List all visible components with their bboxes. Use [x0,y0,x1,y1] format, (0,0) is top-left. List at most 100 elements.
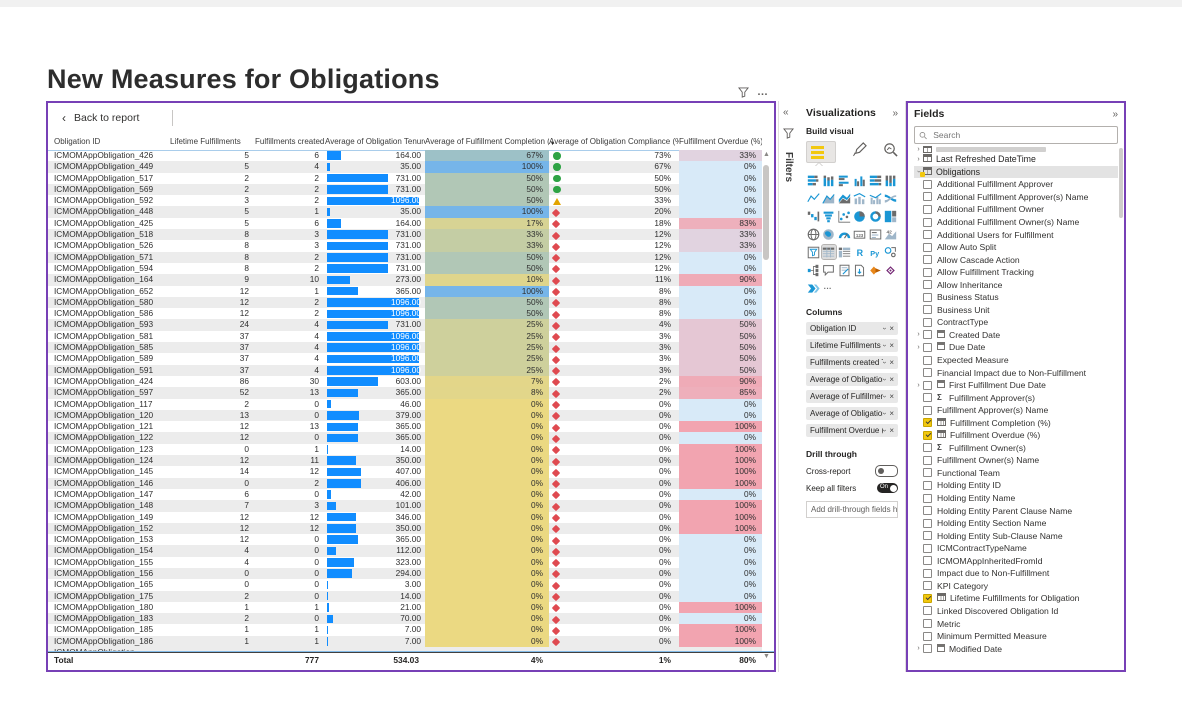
field-item[interactable]: Business Status [914,291,1118,304]
field-item[interactable]: Allow Inheritance [914,278,1118,291]
ribbon-chart-icon[interactable] [884,191,898,205]
chevron-expand-icon[interactable]: › [914,645,923,652]
remove-field-icon[interactable]: × [889,392,894,401]
field-item[interactable]: Fulfillment Overdue (%) [914,429,1118,442]
field-checkbox[interactable] [923,531,932,540]
gauge-icon[interactable] [837,227,851,241]
table-row[interactable]: ICMOMAppObligation_15440112.000%0%0% [48,545,774,556]
table-row[interactable]: ICMOMAppObligation_4248630603.007%2%90% [48,376,774,387]
field-item[interactable]: Additional Fulfillment Owner(s) Name [914,216,1118,229]
field-item[interactable]: Holding Entity Parent Clause Name [914,504,1118,517]
obligations-table-visual[interactable]: ‹ Back to report Obligation IDLifetime F… [46,101,776,672]
column-header-1[interactable]: Obligation ID [48,133,170,151]
field-item[interactable]: Allow Auto Split [914,241,1118,254]
field-checkbox[interactable] [923,243,932,252]
field-item[interactable]: ›First Fulfillment Due Date [914,379,1118,392]
q-and-a-icon[interactable] [822,263,836,277]
field-item[interactable]: Holding Entity Section Name [914,517,1118,530]
field-checkbox[interactable] [923,230,932,239]
filters-funnel-icon[interactable] [783,126,799,144]
field-checkbox[interactable] [923,544,932,553]
field-item[interactable]: Functional Team [914,467,1118,480]
field-checkbox[interactable] [923,305,932,314]
remove-field-icon[interactable]: × [889,358,894,367]
back-to-report-button[interactable]: ‹ Back to report [62,111,139,125]
remove-field-icon[interactable]: × [889,324,894,333]
field-checkbox[interactable] [923,619,932,628]
field-checkbox[interactable] [923,381,932,390]
field-item[interactable]: Allow Cascade Action [914,253,1118,266]
table-row[interactable]: ICMOMAppObligation_1476042.000%0%0% [48,489,774,500]
chevron-down-icon[interactable]: › [881,344,888,346]
table-row[interactable]: ICMOMAppObligation_153120365.000%0%0% [48,534,774,545]
scatter-chart-icon[interactable] [837,209,851,223]
field-checkbox[interactable] [923,406,932,415]
field-checkbox[interactable] [923,644,932,653]
field-item[interactable]: Fulfillment Completion (%) [914,416,1118,429]
remove-field-icon[interactable]: × [889,426,894,435]
paginated-report-icon[interactable] [853,263,867,277]
table-row[interactable]: ICMOMAppObligation_1801121.000%0%100% [48,602,774,613]
column-header-2[interactable]: Lifetime Fulfillments [170,133,255,151]
fields-scrollbar[interactable] [1119,148,1123,218]
field-checkbox[interactable] [923,468,932,477]
field-checkbox[interactable] [923,594,932,603]
field-checkbox[interactable] [923,569,932,578]
table-row[interactable]: ICMOMAppObligation_5853741096.0025%3%50% [48,342,774,353]
build-visual-tab[interactable] [806,141,836,163]
table-row[interactable]: ICMOMAppObligation_186117.000%0%100% [48,636,774,647]
remove-field-icon[interactable]: × [889,341,894,350]
field-well-pill[interactable]: Average of Obligation...›× [806,407,898,420]
filters-rail-label[interactable]: Filters [783,152,794,182]
matrix-icon[interactable] [837,245,851,259]
field-checkbox[interactable] [923,393,932,402]
table-row[interactable]: ICMOMAppObligation_1451412407.000%0%100% [48,466,774,477]
chevron-down-icon[interactable]: › [881,412,888,414]
table-row[interactable]: ICMOMAppObligation_5975213365.008%2%85% [48,387,774,398]
search-input[interactable] [931,129,1113,141]
fields-search-box[interactable] [914,126,1118,144]
kpi-icon[interactable]: 42 [884,227,898,241]
field-item[interactable]: Allow Fulfillment Tracking [914,266,1118,279]
field-well-pill[interactable]: Average of Obligation...›× [806,373,898,386]
table-row[interactable]: ICMOMAppObligation_15600294.000%0%0% [48,568,774,579]
chevron-down-icon[interactable]: › [881,378,888,380]
field-well-pill[interactable]: Fulfillment Overdue (%)›× [806,424,898,437]
field-checkbox[interactable] [923,368,932,377]
stacked-area-chart-icon[interactable] [837,191,851,205]
table-row[interactable]: ICMOMAppObligation_42556164.0017%18%83% [48,218,774,229]
card-icon[interactable]: 123 [853,227,867,241]
table-row[interactable]: ICMOMAppObligation_5893741096.0025%3%50% [48,353,774,364]
table-row[interactable]: ICMOMAppObligation_51722731.0050%50%0% [48,173,774,184]
field-checkbox[interactable] [923,180,932,189]
chevron-expand-icon[interactable]: › [914,156,923,163]
filter-icon[interactable] [738,87,749,98]
table-row[interactable]: ICMOMAppObligation_52683731.0033%12%33% [48,240,774,251]
pie-chart-icon[interactable] [853,209,867,223]
column-header-4[interactable]: Average of Obligation Tenure [325,133,425,151]
field-checkbox[interactable] [923,356,932,365]
table-row[interactable]: ICMOMAppObligation_4495435.00100%67%0% [48,161,774,172]
map-icon[interactable] [806,227,820,241]
field-item[interactable]: ΣFulfillment Approver(s) [914,391,1118,404]
table-row[interactable]: ICMOMAppObligation_14602406.000%0%100% [48,478,774,489]
line-chart-icon[interactable] [806,191,820,205]
table-row[interactable]: ICMOMAppObligation_4485135.00100%20%0% [48,206,774,217]
clustered-column-chart-icon[interactable] [853,173,867,187]
clustered-bar-chart-icon[interactable] [837,173,851,187]
table-row[interactable]: ICMOMAppObligation_5813741096.0025%3%50% [48,331,774,342]
field-item[interactable]: ICMOMAppInheritedFromId [914,555,1118,568]
keep-all-filters-toggle[interactable]: On [877,483,898,493]
filled-map-icon[interactable] [822,227,836,241]
field-item[interactable]: Metric [914,617,1118,630]
field-item[interactable]: Impact due to Non-Fulfillment [914,567,1118,580]
table-row[interactable]: ICMOMAppObligation_1491212346.000%0%100% [48,512,774,523]
slicer-icon[interactable] [806,245,820,259]
field-checkbox[interactable] [923,431,932,440]
field-checkbox[interactable] [923,581,932,590]
fields-table-item-last-refreshed-datetime[interactable]: ›Last Refreshed DateTime [914,153,1118,166]
decomposition-tree-icon[interactable] [806,263,820,277]
power-automate-icon[interactable] [806,281,820,295]
field-checkbox[interactable] [923,506,932,515]
chevron-down-icon[interactable]: › [881,327,888,329]
